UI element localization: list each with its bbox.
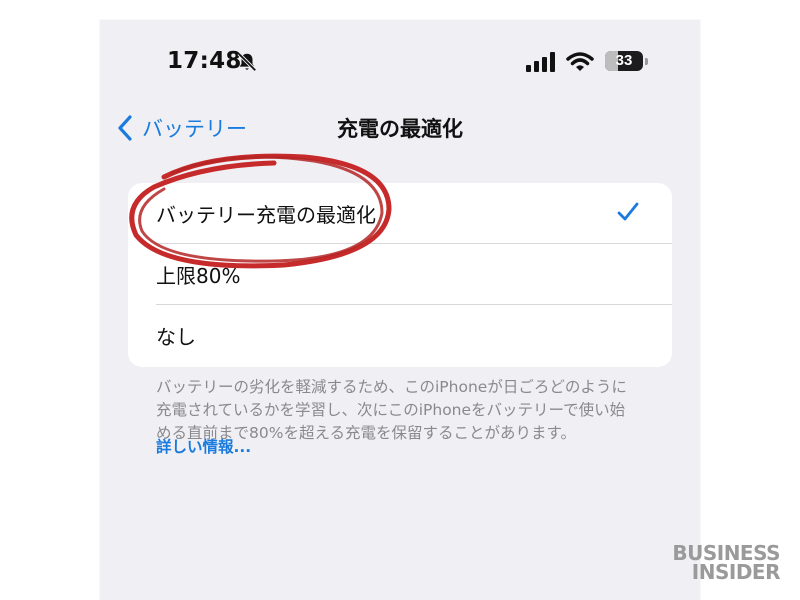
phone-screen: 17:48 33 バッテリー 充電の最適化 バッテリー充電の最適化 上限80% … bbox=[100, 20, 700, 600]
option-limit-80[interactable]: 上限80% bbox=[128, 244, 672, 305]
option-label: 上限80% bbox=[156, 264, 241, 288]
option-none[interactable]: なし bbox=[128, 305, 672, 366]
checkmark-icon bbox=[617, 202, 639, 221]
option-label: なし bbox=[156, 325, 196, 349]
charging-options-list: バッテリー充電の最適化 上限80% なし bbox=[128, 183, 672, 367]
battery-tip bbox=[645, 58, 648, 65]
battery-icon: 33 bbox=[605, 51, 643, 71]
option-optimized-charging[interactable]: バッテリー充電の最適化 bbox=[128, 183, 672, 244]
back-button[interactable]: バッテリー bbox=[116, 111, 247, 145]
bell-slash-icon bbox=[237, 52, 257, 72]
option-label: バッテリー充電の最適化 bbox=[156, 203, 376, 227]
chevron-left-icon bbox=[118, 115, 132, 141]
learn-more-link[interactable]: 詳しい情報... bbox=[156, 435, 251, 457]
business-insider-watermark: BUSINESS INSIDER bbox=[672, 543, 781, 584]
battery-percent: 33 bbox=[615, 52, 633, 69]
back-button-label: バッテリー bbox=[142, 117, 247, 141]
page-title: 充電の最適化 bbox=[337, 117, 463, 141]
status-time: 17:48 bbox=[167, 48, 242, 74]
wifi-icon bbox=[566, 52, 594, 71]
cellular-signal-icon bbox=[526, 52, 555, 72]
watermark-line-2: INSIDER bbox=[691, 560, 781, 584]
